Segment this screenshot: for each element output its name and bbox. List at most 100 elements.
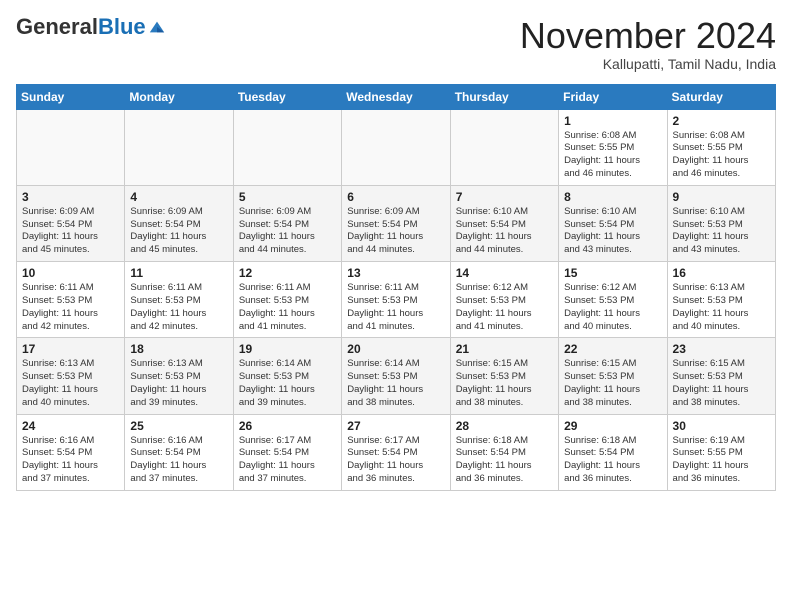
- day-number: 28: [456, 419, 553, 433]
- day-number: 20: [347, 342, 444, 356]
- day-number: 30: [673, 419, 770, 433]
- day-info: Sunrise: 6:15 AM Sunset: 5:53 PM Dayligh…: [564, 358, 661, 409]
- day-info: Sunrise: 6:12 AM Sunset: 5:53 PM Dayligh…: [456, 282, 553, 333]
- logo-general: GeneralBlue: [16, 16, 146, 38]
- day-number: 7: [456, 190, 553, 204]
- day-number: 9: [673, 190, 770, 204]
- day-number: 17: [22, 342, 119, 356]
- day-info: Sunrise: 6:16 AM Sunset: 5:54 PM Dayligh…: [22, 435, 119, 486]
- calendar-cell: [17, 109, 125, 185]
- day-info: Sunrise: 6:14 AM Sunset: 5:53 PM Dayligh…: [347, 358, 444, 409]
- calendar-cell: 1Sunrise: 6:08 AM Sunset: 5:55 PM Daylig…: [559, 109, 667, 185]
- day-info: Sunrise: 6:08 AM Sunset: 5:55 PM Dayligh…: [564, 130, 661, 181]
- calendar-cell: 9 Sunrise: 6:10 AM Sunset: 5:53 PM Daylig…: [667, 185, 775, 261]
- logo: GeneralBlue: [16, 16, 166, 38]
- day-number: 6: [347, 190, 444, 204]
- day-number: 12: [239, 266, 336, 280]
- week-row-4: 17 Sunrise: 6:13 AM Sunset: 5:53 PM Dayli…: [17, 338, 776, 414]
- calendar-cell: 5 Sunrise: 6:09 AM Sunset: 5:54 PM Daylig…: [233, 185, 341, 261]
- day-info: Sunrise: 6:12 AM Sunset: 5:53 PM Dayligh…: [564, 282, 661, 333]
- day-info: Sunrise: 6:15 AM Sunset: 5:53 PM Dayligh…: [456, 358, 553, 409]
- calendar-cell: 4Sunrise: 6:09 AM Sunset: 5:54 PM Daylig…: [125, 185, 233, 261]
- day-info: Sunrise: 6:09 AM Sunset: 5:54 PM Dayligh…: [239, 206, 336, 257]
- calendar-cell: 25 Sunrise: 6:16 AM Sunset: 5:54 PM Dayli…: [125, 414, 233, 490]
- calendar-cell: 10 Sunrise: 6:11 AM Sunset: 5:53 PM Dayli…: [17, 262, 125, 338]
- day-info: Sunrise: 6:18 AM Sunset: 5:54 PM Dayligh…: [564, 435, 661, 486]
- calendar-cell: [450, 109, 558, 185]
- day-number: 2: [673, 114, 770, 128]
- calendar-cell: 13 Sunrise: 6:11 AM Sunset: 5:53 PM Dayli…: [342, 262, 450, 338]
- day-info: Sunrise: 6:09 AM Sunset: 5:54 PM Dayligh…: [347, 206, 444, 257]
- day-info: Sunrise: 6:17 AM Sunset: 5:54 PM Dayligh…: [347, 435, 444, 486]
- day-number: 8: [564, 190, 661, 204]
- day-info: Sunrise: 6:13 AM Sunset: 5:53 PM Dayligh…: [673, 282, 770, 333]
- weekday-header-tuesday: Tuesday: [233, 84, 341, 109]
- calendar-cell: 23 Sunrise: 6:15 AM Sunset: 5:53 PM Dayli…: [667, 338, 775, 414]
- day-info: Sunrise: 6:09 AM Sunset: 5:54 PM Dayligh…: [22, 206, 119, 257]
- calendar-table: SundayMondayTuesdayWednesdayThursdayFrid…: [16, 84, 776, 491]
- day-number: 29: [564, 419, 661, 433]
- day-number: 22: [564, 342, 661, 356]
- day-info: Sunrise: 6:15 AM Sunset: 5:53 PM Dayligh…: [673, 358, 770, 409]
- day-number: 10: [22, 266, 119, 280]
- calendar-cell: 12 Sunrise: 6:11 AM Sunset: 5:53 PM Dayli…: [233, 262, 341, 338]
- day-number: 11: [130, 266, 227, 280]
- calendar-cell: 21 Sunrise: 6:15 AM Sunset: 5:53 PM Dayli…: [450, 338, 558, 414]
- calendar-cell: 24 Sunrise: 6:16 AM Sunset: 5:54 PM Dayli…: [17, 414, 125, 490]
- calendar-cell: 30 Sunrise: 6:19 AM Sunset: 5:55 PM Dayli…: [667, 414, 775, 490]
- calendar-cell: [233, 109, 341, 185]
- day-info: Sunrise: 6:11 AM Sunset: 5:53 PM Dayligh…: [22, 282, 119, 333]
- week-row-5: 24 Sunrise: 6:16 AM Sunset: 5:54 PM Dayli…: [17, 414, 776, 490]
- calendar-cell: [342, 109, 450, 185]
- calendar-cell: 29 Sunrise: 6:18 AM Sunset: 5:54 PM Dayli…: [559, 414, 667, 490]
- day-info: Sunrise: 6:11 AM Sunset: 5:53 PM Dayligh…: [347, 282, 444, 333]
- day-number: 19: [239, 342, 336, 356]
- month-title: November 2024: [520, 16, 776, 56]
- weekday-header-thursday: Thursday: [450, 84, 558, 109]
- title-block: November 2024 Kallupatti, Tamil Nadu, In…: [520, 16, 776, 72]
- weekday-header-monday: Monday: [125, 84, 233, 109]
- week-row-2: 3 Sunrise: 6:09 AM Sunset: 5:54 PM Daylig…: [17, 185, 776, 261]
- day-info: Sunrise: 6:19 AM Sunset: 5:55 PM Dayligh…: [673, 435, 770, 486]
- day-info: Sunrise: 6:10 AM Sunset: 5:54 PM Dayligh…: [564, 206, 661, 257]
- day-number: 23: [673, 342, 770, 356]
- day-info: Sunrise: 6:13 AM Sunset: 5:53 PM Dayligh…: [22, 358, 119, 409]
- day-info: Sunrise: 6:18 AM Sunset: 5:54 PM Dayligh…: [456, 435, 553, 486]
- day-number: 24: [22, 419, 119, 433]
- day-info: Sunrise: 6:10 AM Sunset: 5:53 PM Dayligh…: [673, 206, 770, 257]
- week-row-3: 10 Sunrise: 6:11 AM Sunset: 5:53 PM Dayli…: [17, 262, 776, 338]
- calendar-cell: 15 Sunrise: 6:12 AM Sunset: 5:53 PM Dayli…: [559, 262, 667, 338]
- calendar-cell: 16 Sunrise: 6:13 AM Sunset: 5:53 PM Dayli…: [667, 262, 775, 338]
- day-number: 13: [347, 266, 444, 280]
- day-number: 25: [130, 419, 227, 433]
- week-row-1: 1Sunrise: 6:08 AM Sunset: 5:55 PM Daylig…: [17, 109, 776, 185]
- weekday-header-saturday: Saturday: [667, 84, 775, 109]
- calendar-cell: 20 Sunrise: 6:14 AM Sunset: 5:53 PM Dayli…: [342, 338, 450, 414]
- calendar-cell: 27Sunrise: 6:17 AM Sunset: 5:54 PM Dayli…: [342, 414, 450, 490]
- day-info: Sunrise: 6:13 AM Sunset: 5:53 PM Dayligh…: [130, 358, 227, 409]
- calendar-cell: 7 Sunrise: 6:10 AM Sunset: 5:54 PM Daylig…: [450, 185, 558, 261]
- day-info: Sunrise: 6:17 AM Sunset: 5:54 PM Dayligh…: [239, 435, 336, 486]
- day-info: Sunrise: 6:11 AM Sunset: 5:53 PM Dayligh…: [239, 282, 336, 333]
- calendar-cell: 8 Sunrise: 6:10 AM Sunset: 5:54 PM Daylig…: [559, 185, 667, 261]
- day-info: Sunrise: 6:16 AM Sunset: 5:54 PM Dayligh…: [130, 435, 227, 486]
- day-number: 14: [456, 266, 553, 280]
- page-header: GeneralBlue November 2024 Kallupatti, Ta…: [16, 16, 776, 72]
- calendar-cell: [125, 109, 233, 185]
- day-info: Sunrise: 6:09 AM Sunset: 5:54 PM Dayligh…: [130, 206, 227, 257]
- day-number: 3: [22, 190, 119, 204]
- day-number: 15: [564, 266, 661, 280]
- day-number: 5: [239, 190, 336, 204]
- day-number: 21: [456, 342, 553, 356]
- calendar-cell: 18 Sunrise: 6:13 AM Sunset: 5:53 PM Dayli…: [125, 338, 233, 414]
- day-number: 16: [673, 266, 770, 280]
- calendar-body: 1Sunrise: 6:08 AM Sunset: 5:55 PM Daylig…: [17, 109, 776, 490]
- day-number: 26: [239, 419, 336, 433]
- day-info: Sunrise: 6:10 AM Sunset: 5:54 PM Dayligh…: [456, 206, 553, 257]
- calendar-cell: 2 Sunrise: 6:08 AM Sunset: 5:55 PM Daylig…: [667, 109, 775, 185]
- day-number: 18: [130, 342, 227, 356]
- calendar-header: SundayMondayTuesdayWednesdayThursdayFrid…: [17, 84, 776, 109]
- calendar-cell: 28 Sunrise: 6:18 AM Sunset: 5:54 PM Dayli…: [450, 414, 558, 490]
- day-info: Sunrise: 6:08 AM Sunset: 5:55 PM Dayligh…: [673, 130, 770, 181]
- calendar-cell: 3 Sunrise: 6:09 AM Sunset: 5:54 PM Daylig…: [17, 185, 125, 261]
